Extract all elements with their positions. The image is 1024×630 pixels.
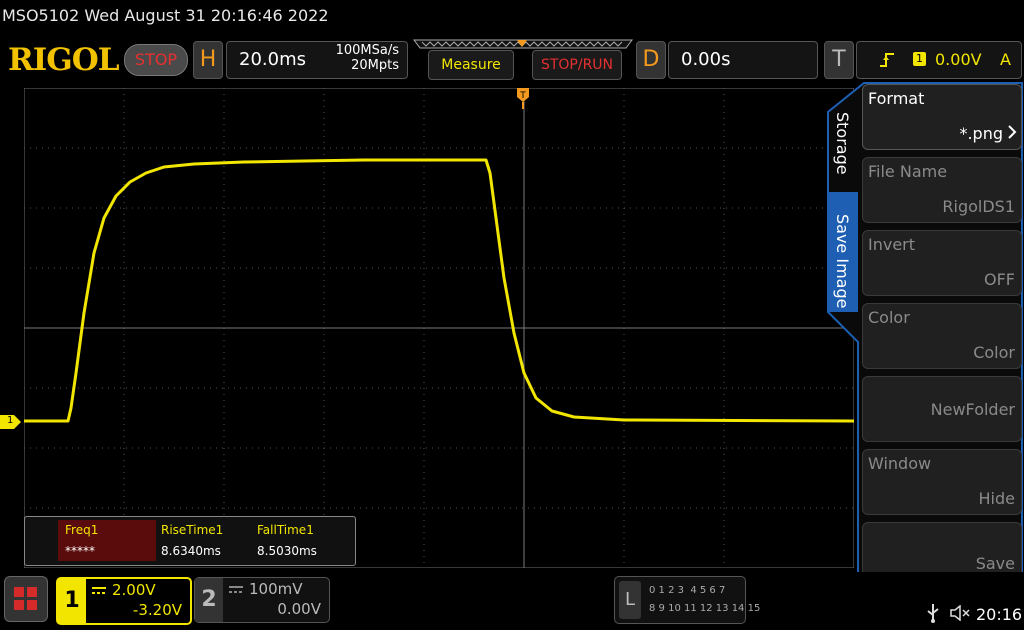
timebase-value: 20.0ms: [239, 49, 306, 70]
falltime1-header: FallTime1: [257, 523, 314, 537]
rigol-logo: RIGOL: [8, 42, 120, 78]
channel1-box[interactable]: 1 2.00V -3.20V: [56, 577, 192, 625]
ch1-number: 1: [58, 579, 86, 623]
file-name-value: RigolDS1: [942, 197, 1015, 216]
trigger-menu-button[interactable]: T: [824, 41, 854, 79]
rising-edge-icon: [880, 53, 894, 67]
home-menu-button[interactable]: [4, 576, 48, 622]
delay-panel[interactable]: 0.00s: [668, 41, 818, 79]
ch1-offset: -3.20V: [132, 601, 182, 619]
logic-channels-box[interactable]: L 0 1 2 3 4 5 6 7 8 9 10 11 12 13 14 15: [614, 576, 760, 624]
menu-item-color[interactable]: Color Color: [862, 303, 1022, 369]
menu-item-file-name[interactable]: File Name RigolDS1: [862, 157, 1022, 223]
file-name-title: File Name: [868, 162, 948, 181]
trigger-source-badge: 1: [913, 52, 926, 66]
invert-title: Invert: [868, 235, 916, 254]
format-value: *.png: [959, 124, 1003, 143]
freq1-header: Freq1: [65, 523, 99, 537]
speaker-muted-icon[interactable]: [950, 605, 970, 621]
trigger-level: 0.00V: [935, 50, 982, 69]
dc-coupling-icon: [229, 586, 243, 593]
menu-item-new-folder[interactable]: NewFolder: [862, 376, 1022, 442]
window-title: Window: [868, 454, 932, 473]
logic-row-0-7: 0 1 2 3 4 5 6 7: [649, 585, 726, 596]
channel2-box[interactable]: 2 100mV 0.00V: [194, 577, 330, 623]
tab-storage-label: Storage: [833, 112, 852, 175]
ch2-scale: 100mV: [249, 580, 303, 598]
delay-value: 0.00s: [681, 49, 731, 70]
sample-rate: 100MSa/s: [335, 43, 399, 58]
menu-item-window[interactable]: Window Hide: [862, 449, 1022, 515]
ch2-number: 2: [195, 578, 223, 622]
risetime1-value: 8.6340ms: [161, 544, 221, 558]
freq1-value: *****: [65, 544, 95, 558]
logic-row-8-15: 8 9 10 11 12 13 14 15: [649, 603, 761, 614]
clock: 20:16: [976, 605, 1023, 624]
usb-icon: [927, 604, 939, 623]
ch2-offset: 0.00V: [277, 600, 321, 618]
logic-letter: L: [619, 581, 641, 619]
measure-button[interactable]: Measure: [428, 50, 514, 80]
horizontal-panel[interactable]: 20.0ms 100MSa/s 20Mpts: [226, 41, 408, 79]
ch1-offset-marker[interactable]: 1: [0, 414, 21, 429]
menu-item-format[interactable]: Format *.png: [862, 84, 1022, 150]
stop-run-button[interactable]: STOP/RUN: [532, 50, 622, 80]
color-value: Color: [973, 343, 1015, 362]
window-value: Hide: [978, 489, 1015, 508]
chevron-right-icon: [1008, 125, 1017, 139]
waveform-display[interactable]: [24, 88, 854, 568]
memory-position-bar: [413, 39, 633, 49]
measurement-panel: Freq1 RiseTime1 FallTime1 ***** 8.6340ms…: [24, 516, 356, 566]
horizontal-menu-button[interactable]: H: [193, 41, 223, 79]
invert-value: OFF: [984, 270, 1015, 289]
dc-coupling-icon: [92, 587, 106, 594]
save-label: Save: [975, 554, 1015, 573]
app-grid-icon: [14, 587, 37, 610]
run-state-indicator[interactable]: STOP: [124, 44, 188, 76]
status-line: MSO5102 Wed August 31 20:16:46 2022: [2, 6, 329, 25]
risetime1-header: RiseTime1: [161, 523, 224, 537]
ch1-marker-label: 1: [7, 415, 14, 426]
menu-item-invert[interactable]: Invert OFF: [862, 230, 1022, 296]
trigger-mode: A: [1000, 50, 1011, 69]
delay-menu-button[interactable]: D: [636, 41, 666, 79]
format-title: Format: [868, 89, 925, 108]
tab-save-image[interactable]: Save Image: [832, 214, 854, 314]
ch1-scale: 2.00V: [112, 581, 156, 599]
tab-save-image-label: Save Image: [833, 214, 852, 309]
new-folder-label: NewFolder: [930, 400, 1015, 419]
svg-text:T: T: [519, 91, 526, 101]
falltime1-value: 8.5030ms: [257, 544, 317, 558]
trigger-position-marker: T: [517, 88, 529, 109]
color-title: Color: [868, 308, 910, 327]
memory-depth: 20Mpts: [351, 58, 399, 73]
trigger-panel[interactable]: 1 0.00V A: [856, 41, 1022, 79]
tab-storage[interactable]: Storage: [832, 112, 854, 182]
